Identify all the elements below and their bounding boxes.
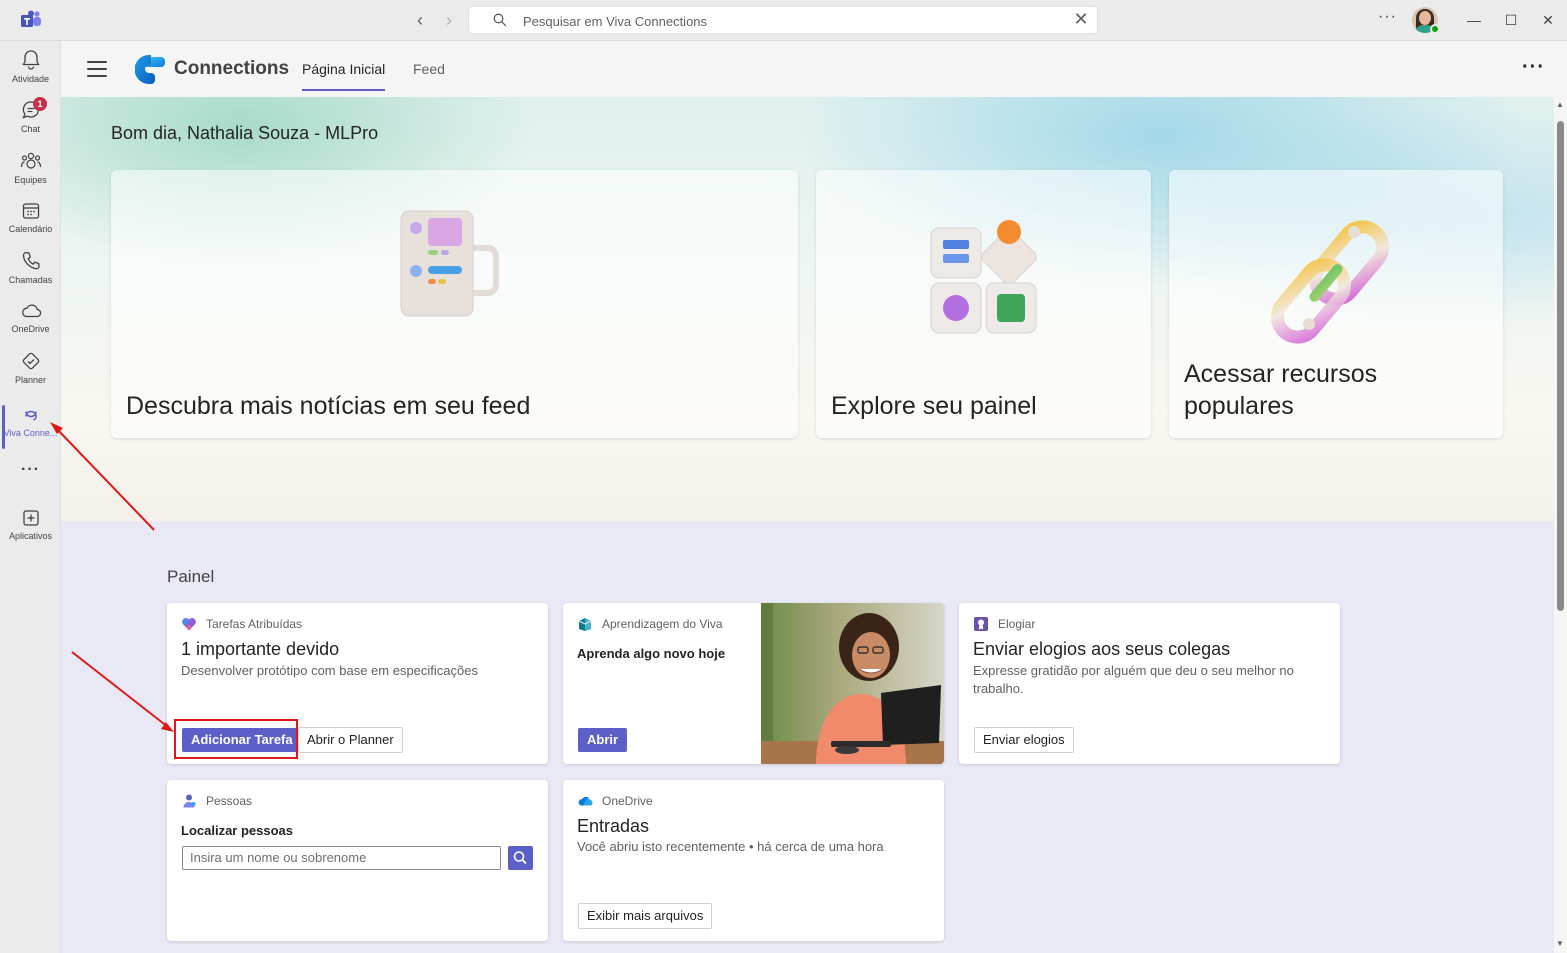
praise-heading: Enviar elogios aos seus colegas [973,639,1231,659]
people-icon [183,794,196,808]
rail-label: Viva Conne... [3,428,58,438]
rail-item-atividade[interactable]: Atividade [0,49,61,99]
dashboard-title: Painel [167,567,215,586]
greeting: Bom dia, Nathalia Souza - MLPro [111,123,379,143]
open-learning-button[interactable]: Abrir [578,728,628,752]
viva-learning-icon [578,618,592,631]
more-icon: ··· [21,461,40,478]
people-source: Pessoas [206,794,253,808]
hero-card-feed[interactable]: Descubra mais notícias em seu feed [111,170,798,438]
show-more-files-button[interactable]: Exibir mais arquivos [578,903,713,929]
tasks-heart-icon [182,618,196,631]
hero-card-recursos[interactable]: Acessar recursos populares [1169,170,1503,438]
praise-badge-icon [974,617,988,631]
hamburger-menu-icon[interactable] [87,61,107,77]
search-icon [493,13,507,27]
scroll-up-icon[interactable]: ▲ [1556,100,1564,109]
learning-card: Aprendizagem do Viva Aprenda algo novo h… [563,603,944,764]
connections-logo-icon [135,55,165,84]
hero-card-title: Acessar recursos populares [1184,360,1378,420]
presence-available-icon [1430,24,1440,34]
app-rail: Atividade 1 Chat Equipes Calendário Cham… [0,41,61,953]
hero-card-painel[interactable]: Explore seu painel [816,170,1151,438]
main-content: Bom dia, Nathalia Souza - MLPro Descubra… [61,97,1554,953]
hero-section: Bom dia, Nathalia Souza - MLPro Descubra… [61,97,1554,521]
forward-arrow-icon[interactable]: › [439,10,459,30]
hero-card-title: Explore seu painel [831,392,1037,420]
header-more-icon[interactable]: ··· [1522,56,1545,79]
calendar-icon [22,203,39,219]
scrollbar[interactable]: ▲ ▼ [1554,97,1567,953]
praise-subtitle: Expresse gratidão por alguém que deu o s… [973,663,1294,696]
bell-icon [21,50,40,70]
rail-item-calendario[interactable]: Calendário [0,201,61,251]
maximize-button[interactable]: ☐ [1499,8,1523,32]
search-box[interactable]: Pesquisar em Viva Connections ✕ [468,6,1098,34]
search-input[interactable]: Pesquisar em Viva Connections [523,14,707,29]
annotation-highlight-box [174,719,298,759]
viva-connections-icon [24,410,37,421]
rail-label: Equipes [14,175,47,185]
praise-card: Elogiar Enviar elogios aos seus colegas … [959,603,1340,764]
cloud-icon [21,304,41,318]
learning-heading: Aprenda algo novo hoje [577,646,726,661]
rail-item-chat[interactable]: 1 Chat [0,97,61,149]
phone-icon [22,251,40,270]
rail-more-button[interactable]: ··· [0,461,61,485]
learning-source: Aprendizagem do Viva [602,617,723,631]
rail-item-chamadas[interactable]: Chamadas [0,250,61,300]
teams-icon [20,152,41,169]
tasks-source: Tarefas Atribuídas [206,617,303,631]
onedrive-source: OneDrive [602,794,653,808]
rail-item-planner[interactable]: Planner [0,350,61,400]
link-chain-illustration-icon [1271,220,1389,344]
send-praise-button[interactable]: Enviar elogios [974,727,1074,753]
scroll-thumb[interactable] [1557,121,1564,611]
rail-label: Planner [14,375,47,385]
back-arrow-icon[interactable]: ‹ [410,10,430,30]
unread-badge: 1 [33,97,47,111]
rail-label: OneDrive [11,324,50,334]
add-app-icon [22,510,39,526]
rail-label: Calendário [8,224,53,234]
close-window-button[interactable]: ✕ [1536,8,1560,32]
news-illustration-icon [400,210,499,317]
title-bar: ‹ › Pesquisar em Viva Connections ✕ ··· … [0,0,1567,41]
rail-item-aplicativos[interactable]: Aplicativos [0,508,61,558]
rail-item-onedrive[interactable]: OneDrive [0,301,61,351]
tab-pagina-inicial[interactable]: Página Inicial [302,61,386,91]
app-title: Connections [174,58,290,79]
tab-feed[interactable]: Feed [413,61,445,77]
app-header: Connections Página Inicial Feed ··· [61,42,1567,97]
rail-item-viva-connections[interactable]: Viva Conne... [0,403,61,453]
people-search-input[interactable]: Insira um nome ou sobrenome [182,846,501,870]
learning-photo [761,603,944,764]
people-heading: Localizar pessoas [181,823,293,838]
scroll-down-icon[interactable]: ▼ [1556,939,1564,948]
praise-source: Elogiar [998,617,1036,631]
teams-logo-icon [21,10,41,27]
rail-label: Atividade [11,74,50,84]
rail-label: Chamadas [8,275,53,285]
rail-label: Chat [20,124,40,134]
hero-card-title: Descubra mais notícias em seu feed [126,392,531,420]
onedrive-card: OneDrive Entradas Você abriu isto recent… [563,780,944,941]
rail-label: Aplicativos [8,531,53,541]
onedrive-cloud-icon [578,796,593,806]
onedrive-heading: Entradas [577,816,650,836]
rail-item-equipes[interactable]: Equipes [0,150,61,200]
tasks-heading: 1 importante devido [181,639,340,659]
minimize-button[interactable]: — [1462,8,1486,32]
people-search-button[interactable] [508,846,533,870]
onedrive-subtitle: Você abriu isto recentemente • há cerca … [577,839,884,854]
search-icon [513,851,527,865]
dashboard-illustration-icon [930,220,1037,334]
open-planner-button[interactable]: Abrir o Planner [298,727,403,753]
planner-icon [22,352,39,370]
people-card: Pessoas Localizar pessoas Insira um nome… [167,780,548,941]
clear-search-icon[interactable]: ✕ [1073,10,1089,28]
tasks-subtitle: Desenvolver protótipo com base em especi… [181,663,478,678]
more-options-icon[interactable]: ··· [1378,8,1397,26]
